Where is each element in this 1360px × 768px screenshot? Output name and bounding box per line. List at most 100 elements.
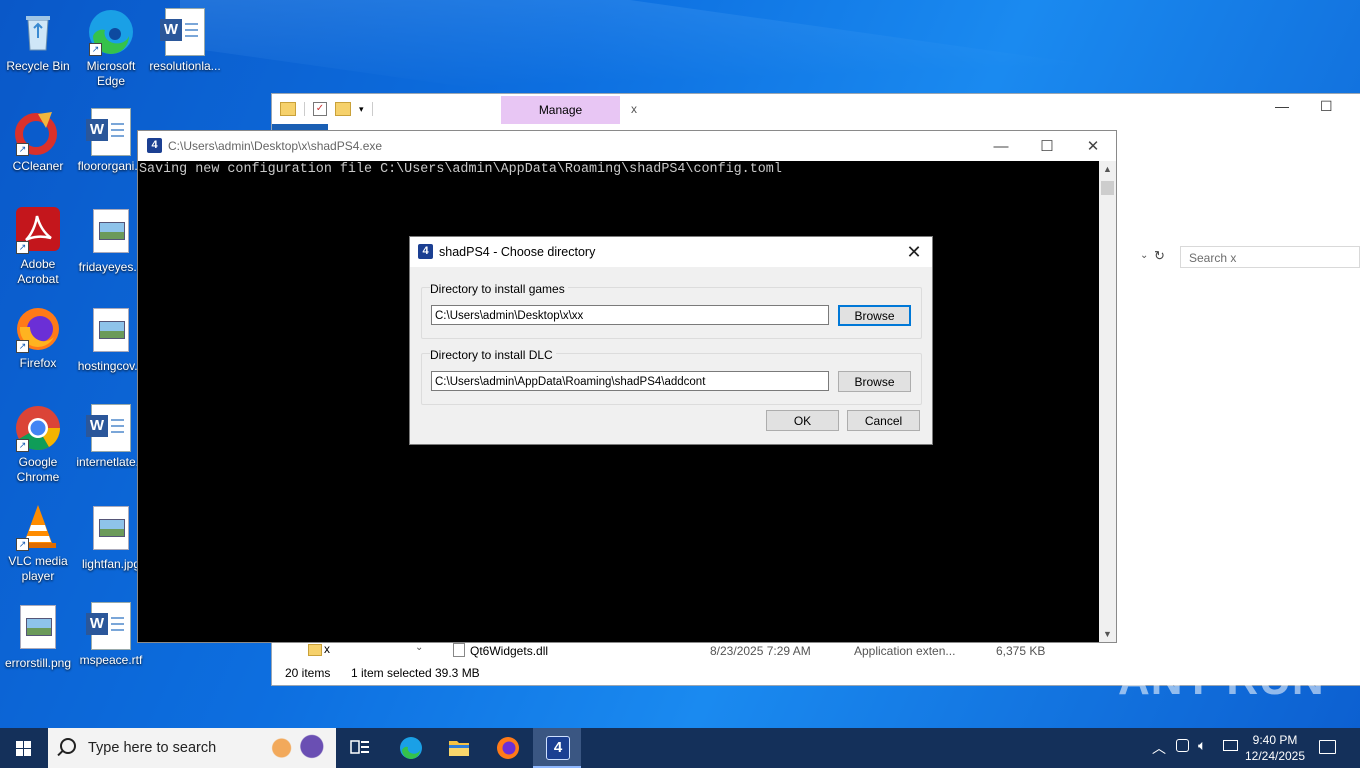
taskbar-edge[interactable] xyxy=(387,728,435,768)
desktop-icon-label: Recycle Bin xyxy=(6,59,70,73)
minimize-button[interactable]: — xyxy=(978,136,1024,158)
customize-dropdown-icon[interactable]: ▾ xyxy=(359,104,364,115)
maximize-button[interactable]: ☐ xyxy=(1024,136,1070,158)
task-view-button[interactable] xyxy=(336,728,384,768)
file-name: Qt6Widgets.dll xyxy=(470,644,549,658)
desktop-icon-chrome[interactable]: ↗ Google Chrome xyxy=(0,404,76,485)
selection-size: 39.3 MB xyxy=(435,666,480,680)
start-button[interactable] xyxy=(0,728,48,768)
dlc-directory-input[interactable]: C:\Users\admin\AppData\Roaming\shadPS4\a… xyxy=(431,371,829,391)
desktop-icon-label: errorstill.png xyxy=(4,656,72,670)
dialog-title-bar[interactable]: 4 shadPS4 - Choose directory ✕ xyxy=(410,237,932,267)
selection-count: 1 item selected xyxy=(351,666,432,680)
games-directory-input[interactable]: C:\Users\admin\Desktop\x\xx xyxy=(431,305,829,325)
desktop-icon-adobe-acrobat[interactable]: ↗ Adobe Acrobat xyxy=(0,206,76,287)
desktop-icon-ccleaner[interactable]: ↗ CCleaner xyxy=(0,108,76,174)
anyrun-watermark: ANY RUN xyxy=(1118,655,1325,704)
image-file-icon xyxy=(87,209,135,257)
desktop-icon-recycle-bin[interactable]: Recycle Bin xyxy=(0,8,76,74)
shadps4-app-icon: 4 xyxy=(418,244,433,259)
folder-icon xyxy=(308,644,322,656)
image-file-icon xyxy=(87,506,135,554)
shadps4-app-icon: 4 xyxy=(147,138,162,153)
shadps4-app-icon: 4 xyxy=(546,736,570,760)
system-clock[interactable]: 9:40 PM 12/24/2025 xyxy=(1244,732,1306,764)
console-scrollbar[interactable]: ▲ ▼ xyxy=(1099,161,1116,642)
desktop-icon-errorstill[interactable]: errorstill.png xyxy=(0,602,76,671)
desktop-icon-label: CCleaner xyxy=(12,159,64,173)
browse-dlc-button[interactable]: Browse xyxy=(838,371,911,392)
desktop-icon-label: VLC media player xyxy=(8,554,68,583)
taskbar-file-explorer[interactable] xyxy=(435,728,483,768)
scroll-up-icon[interactable]: ▲ xyxy=(1099,164,1116,174)
vlc-icon: ↗ xyxy=(14,503,62,551)
address-bar-end: ⌄ ↻ xyxy=(1116,246,1166,268)
search-icon xyxy=(60,738,76,754)
new-folder-icon[interactable] xyxy=(335,102,351,116)
taskbar-shadps4[interactable]: 4 xyxy=(533,728,581,768)
word-document-icon: W xyxy=(160,8,209,56)
search-placeholder: Type here to search xyxy=(88,740,217,756)
chevron-down-icon[interactable]: ⌄ xyxy=(415,642,423,653)
desktop-icon-resolutionla[interactable]: W resolutionla... xyxy=(147,8,223,74)
network-icon[interactable] xyxy=(1223,740,1238,751)
recycle-bin-icon xyxy=(14,8,62,56)
file-date: 8/23/2025 7:29 AM xyxy=(710,644,811,658)
desktop-icon-label: Microsoft Edge xyxy=(86,59,136,88)
desktop-icon-vlc[interactable]: ↗ VLC media player xyxy=(0,503,76,584)
word-document-icon: W xyxy=(86,404,135,452)
cancel-button[interactable]: Cancel xyxy=(847,410,920,431)
tab-folder-name[interactable]: x xyxy=(631,102,637,116)
image-file-icon xyxy=(87,308,135,356)
dll-file-icon xyxy=(453,643,465,657)
folder-icon xyxy=(449,741,469,756)
meet-now-icon[interactable] xyxy=(1176,739,1189,752)
search-highlight-graphic xyxy=(260,732,332,764)
desktop-icon-edge[interactable]: ↗ Microsoft Edge xyxy=(73,8,149,89)
tab-manage[interactable]: Manage xyxy=(501,96,620,124)
file-size: 6,375 KB xyxy=(996,644,1046,658)
close-button[interactable]: ✕ xyxy=(1070,136,1116,158)
chrome-icon: ↗ xyxy=(14,404,62,452)
edge-icon xyxy=(400,737,422,759)
desktop-icon-label: mspeace.rtf xyxy=(79,653,143,667)
desktop-icon-label: resolutionla... xyxy=(149,59,221,73)
ok-button[interactable]: OK xyxy=(766,410,839,431)
image-file-icon xyxy=(14,605,62,653)
file-type: Application exten... xyxy=(854,644,956,658)
scroll-down-icon[interactable]: ▼ xyxy=(1099,629,1116,639)
taskbar-firefox[interactable] xyxy=(484,728,532,768)
dlc-directory-group: Directory to install DLC C:\Users\admin\… xyxy=(421,348,922,405)
scrollbar-thumb[interactable] xyxy=(1101,181,1114,195)
firefox-icon: ↗ xyxy=(14,305,62,353)
browse-games-button[interactable]: Browse xyxy=(838,305,911,326)
volume-icon[interactable]: 🔈︎ xyxy=(1198,737,1206,754)
console-title-bar[interactable]: 4 C:\Users\admin\Desktop\x\shadPS4.exe —… xyxy=(138,131,1116,161)
maximize-icon[interactable]: ☐ xyxy=(1320,98,1333,115)
close-icon[interactable]: ✕ xyxy=(904,242,924,263)
taskbar-search-box[interactable]: Type here to search xyxy=(48,728,336,768)
task-view-icon xyxy=(350,740,369,754)
games-directory-group: Directory to install games C:\Users\admi… xyxy=(421,282,922,339)
quick-access-toolbar: ✓ ▾ xyxy=(280,100,373,118)
edge-icon: ↗ xyxy=(87,8,135,56)
desktop-icon-label: Google Chrome xyxy=(16,455,60,484)
acrobat-icon: ↗ xyxy=(14,206,62,254)
properties-check-icon[interactable]: ✓ xyxy=(313,102,327,116)
chevron-up-icon[interactable]: ︿ xyxy=(1152,738,1166,758)
refresh-icon[interactable]: ↻ xyxy=(1154,248,1165,264)
notifications-icon[interactable] xyxy=(1319,740,1336,754)
desktop-icon-label: Firefox xyxy=(19,356,57,370)
word-document-icon: W xyxy=(86,602,135,650)
ccleaner-icon: ↗ xyxy=(14,108,62,156)
desktop-icon-firefox[interactable]: ↗ Firefox xyxy=(0,305,76,371)
dialog-title: shadPS4 - Choose directory xyxy=(439,245,596,259)
console-title: C:\Users\admin\Desktop\x\shadPS4.exe xyxy=(168,139,383,153)
minimize-icon[interactable]: — xyxy=(1275,98,1289,114)
desktop-icon-label: Adobe Acrobat xyxy=(17,257,59,286)
folder-icon[interactable] xyxy=(280,102,296,116)
chevron-down-icon[interactable]: ⌄ xyxy=(1140,250,1148,261)
choose-directory-dialog: 4 shadPS4 - Choose directory ✕ Directory… xyxy=(409,236,933,445)
games-directory-label: Directory to install games xyxy=(430,282,568,296)
search-input[interactable]: Search x xyxy=(1180,246,1360,268)
